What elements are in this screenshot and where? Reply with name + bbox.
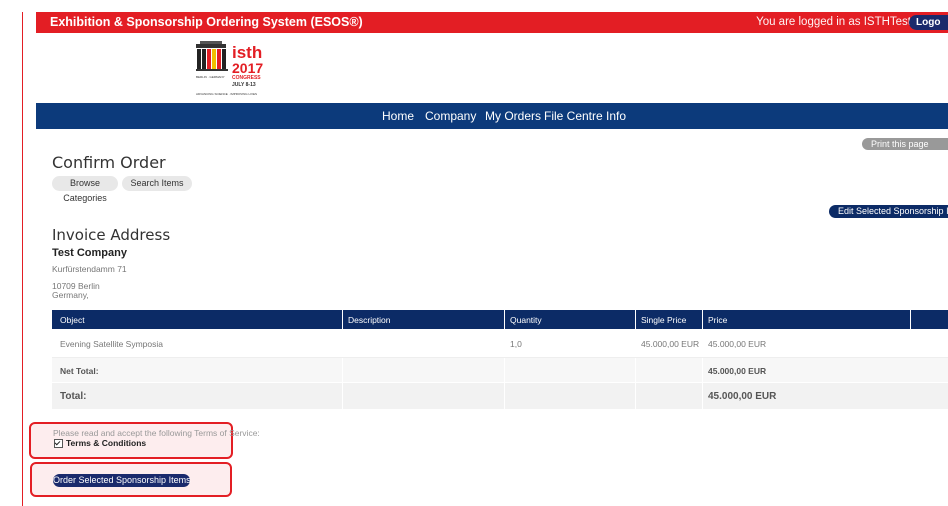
logout-button[interactable]: Logo: [909, 15, 948, 30]
invoice-country: Germany,: [52, 290, 89, 300]
nav-info[interactable]: Info: [606, 109, 626, 123]
invoice-heading: Invoice Address: [52, 226, 171, 244]
total-row: Total: 45.000,00 EUR: [52, 383, 948, 409]
net-total-row: Net Total: 45.000,00 EUR: [52, 358, 948, 382]
col-divider: [702, 310, 703, 329]
total-value: 45.000,00 EUR: [708, 391, 777, 402]
col-divider: [635, 383, 636, 409]
col-divider: [635, 358, 636, 382]
table-row: Evening Satellite Symposia 1,0 45.000,00…: [52, 329, 948, 357]
col-divider: [504, 310, 505, 329]
col-divider: [702, 358, 703, 382]
browse-categories-button[interactable]: Browse Categories: [52, 176, 118, 203]
congress-logo[interactable]: isth 2017 CONGRESS JULY 8-13 BERLIN · GE…: [194, 40, 266, 100]
cell-price: 45.000,00 EUR: [708, 339, 767, 349]
svg-text:2017: 2017: [232, 60, 263, 76]
col-divider: [342, 383, 343, 409]
col-description: Description: [348, 315, 391, 325]
col-single-price: Single Price: [641, 315, 687, 325]
svg-text:CONGRESS: CONGRESS: [232, 75, 261, 81]
order-sponsorship-items-button[interactable]: Order Selected Sponsorship Items: [53, 474, 191, 487]
total-label: Total:: [60, 391, 87, 402]
edit-sponsorship-items-button[interactable]: Edit Selected Sponsorship Items: [829, 205, 948, 218]
left-border-line: [22, 12, 23, 506]
congress-logo-icon: isth 2017 CONGRESS JULY 8-13 BERLIN · GE…: [196, 41, 263, 96]
nav-file-centre[interactable]: File Centre: [544, 109, 603, 123]
terms-checkbox[interactable]: [54, 439, 63, 448]
main-nav: Home Company My Orders File Centre Info: [36, 103, 948, 129]
col-price: Price: [708, 315, 728, 325]
search-items-button[interactable]: Search Items: [122, 176, 192, 191]
nav-my-orders[interactable]: My Orders: [485, 109, 541, 123]
print-page-button[interactable]: Print this page: [862, 138, 948, 150]
cell-single-price: 45.000,00 EUR: [641, 339, 700, 349]
top-bar: Exhibition & Sponsorship Ordering System…: [36, 12, 948, 33]
invoice-street: Kurfürstendamm 71: [52, 264, 127, 274]
svg-text:ADVANCING SCIENCE · IMPROVING: ADVANCING SCIENCE · IMPROVING LIVES: [196, 92, 257, 96]
col-divider: [910, 310, 911, 329]
col-divider: [342, 358, 343, 382]
terms-question: Please read and accept the following Ter…: [53, 428, 260, 438]
col-divider: [504, 383, 505, 409]
page-title: Confirm Order: [52, 153, 166, 172]
nav-home[interactable]: Home: [382, 109, 414, 123]
invoice-company: Test Company: [52, 247, 127, 259]
terms-conditions-link[interactable]: Terms & Conditions: [66, 438, 146, 448]
col-quantity: Quantity: [510, 315, 542, 325]
nav-company[interactable]: Company: [425, 109, 476, 123]
app-title: Exhibition & Sponsorship Ordering System…: [50, 15, 363, 29]
table-header: Object Description Quantity Single Price…: [52, 310, 948, 329]
net-total-label: Net Total:: [60, 366, 99, 376]
cell-quantity: 1,0: [510, 339, 522, 349]
col-divider: [342, 310, 343, 329]
col-divider: [504, 358, 505, 382]
col-object: Object: [60, 315, 85, 325]
col-divider: [635, 310, 636, 329]
svg-text:JULY 8-13: JULY 8-13: [232, 82, 256, 88]
cell-object: Evening Satellite Symposia: [60, 339, 164, 349]
login-status: You are logged in as ISTHTest: [756, 16, 911, 28]
net-total-value: 45.000,00 EUR: [708, 366, 767, 376]
col-divider: [702, 383, 703, 409]
svg-text:BERLIN · GERMANY: BERLIN · GERMANY: [196, 75, 225, 79]
